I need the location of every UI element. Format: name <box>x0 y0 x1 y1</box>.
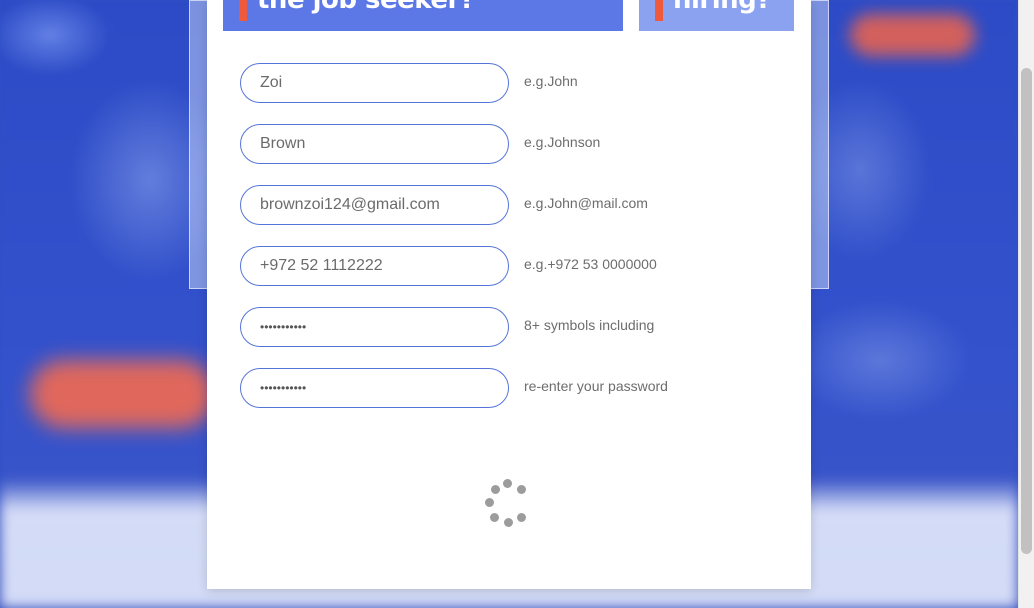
loading-spinner-icon <box>484 479 530 529</box>
password-hint: 8+ symbols including <box>524 317 655 333</box>
spinner-dot <box>491 485 500 494</box>
phone-row: e.g.+972 53 0000000 <box>240 246 760 286</box>
email-row: e.g.John@mail.com <box>240 185 760 225</box>
tab-job-seeker-label: the job seeker? <box>257 0 475 15</box>
spinner-dot <box>490 513 499 522</box>
page-scrollbar[interactable] <box>1018 0 1034 608</box>
email-hint: e.g.John@mail.com <box>524 195 648 211</box>
signup-modal: the job seeker? hiring? e.g.John e.g.Joh… <box>207 0 811 589</box>
confirm-password-field[interactable] <box>240 368 509 408</box>
phone-field[interactable] <box>240 246 509 286</box>
tab-hiring-label: hiring? <box>673 0 771 15</box>
confirm-password-hint: re-enter your password <box>524 378 668 394</box>
tab-marker <box>655 0 663 21</box>
tab-job-seeker[interactable]: the job seeker? <box>223 0 623 31</box>
last-name-row: e.g.Johnson <box>240 124 760 164</box>
password-row: 8+ symbols including <box>240 307 760 347</box>
first-name-row: e.g.John <box>240 63 760 103</box>
background-cta-blurred <box>30 360 215 428</box>
spinner-dot <box>517 513 526 522</box>
background-button-blurred <box>850 14 975 56</box>
phone-hint: e.g.+972 53 0000000 <box>524 256 657 272</box>
password-field[interactable] <box>240 307 509 347</box>
spinner-dot <box>504 518 513 527</box>
last-name-hint: e.g.Johnson <box>524 134 601 150</box>
last-name-field[interactable] <box>240 124 509 164</box>
confirm-password-row: re-enter your password <box>240 368 760 408</box>
first-name-field[interactable] <box>240 63 509 103</box>
spinner-dot <box>503 479 512 488</box>
first-name-hint: e.g.John <box>524 73 578 89</box>
tab-hiring[interactable]: hiring? <box>639 0 794 31</box>
spinner-dot <box>517 485 526 494</box>
scrollbar-thumb[interactable] <box>1021 68 1032 554</box>
tab-marker <box>239 0 247 21</box>
email-field[interactable] <box>240 185 509 225</box>
spinner-dot <box>485 498 494 507</box>
